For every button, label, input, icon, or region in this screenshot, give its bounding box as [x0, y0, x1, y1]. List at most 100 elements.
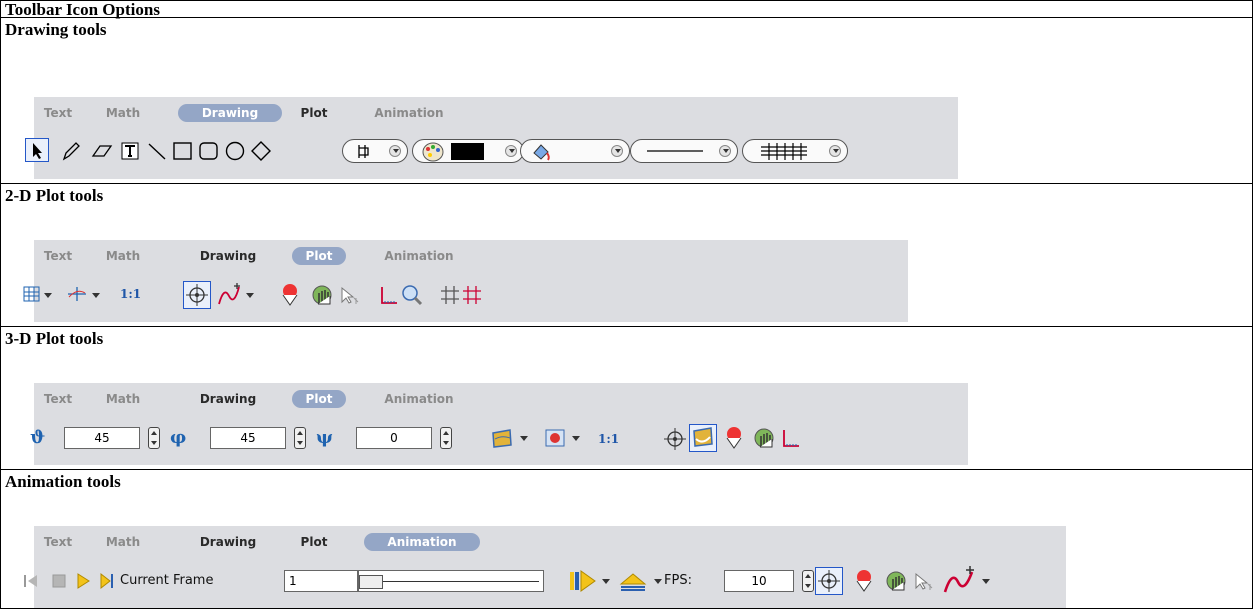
- axis-scale-icon[interactable]: [378, 284, 400, 306]
- polygon-tool-icon[interactable]: [250, 140, 272, 162]
- chevron-down-icon[interactable]: [520, 436, 528, 441]
- line-style-dropdown[interactable]: [630, 139, 738, 163]
- zoom-icon[interactable]: [400, 283, 424, 307]
- play-icon[interactable]: [74, 572, 92, 590]
- tab-animation[interactable]: Animation: [364, 533, 480, 551]
- tab-plot[interactable]: Plot: [292, 390, 346, 408]
- scale-1to1-icon[interactable]: 1:1: [120, 287, 141, 301]
- add-curve-icon[interactable]: [942, 566, 976, 596]
- pan-hand-icon[interactable]: [752, 425, 778, 451]
- chevron-down-icon: [389, 145, 401, 157]
- phi-spinner[interactable]: [294, 427, 306, 449]
- frame-slider[interactable]: [358, 570, 544, 592]
- tab-animation[interactable]: Animation: [364, 104, 454, 122]
- chevron-down-icon[interactable]: [982, 579, 990, 584]
- tab-drawing[interactable]: Drawing: [188, 533, 268, 551]
- tab-drawing[interactable]: Drawing: [188, 247, 268, 265]
- stop-icon[interactable]: [50, 572, 68, 590]
- chevron-down-icon[interactable]: [44, 293, 52, 298]
- psi-icon: ψ: [316, 427, 333, 448]
- color-dropdown[interactable]: [412, 139, 524, 163]
- pan-hand-icon[interactable]: [310, 282, 336, 308]
- point-probe-icon[interactable]: [815, 567, 843, 595]
- direction-icon[interactable]: [618, 570, 648, 592]
- rotate-icon[interactable]: [278, 282, 302, 308]
- grid-icon: [761, 143, 807, 160]
- axis-crosshair-icon[interactable]: [66, 285, 88, 303]
- eraser-icon[interactable]: [90, 142, 114, 160]
- line-tool-icon[interactable]: [146, 141, 168, 161]
- rectangle-tool-icon[interactable]: [172, 140, 194, 162]
- point-probe-icon[interactable]: [662, 427, 688, 451]
- grid-dropdown[interactable]: [742, 139, 848, 163]
- point-probe-icon[interactable]: [183, 281, 211, 309]
- tab-animation[interactable]: Animation: [374, 247, 464, 265]
- theta-input[interactable]: 45: [64, 427, 140, 449]
- phi-input[interactable]: 45: [210, 427, 286, 449]
- theta-spinner[interactable]: [148, 427, 160, 449]
- tab-math[interactable]: Math: [98, 104, 148, 122]
- tab-animation[interactable]: Animation: [374, 390, 464, 408]
- fill-bucket-icon: [533, 144, 550, 161]
- tab-text[interactable]: Text: [38, 104, 78, 122]
- pencil-icon[interactable]: [60, 141, 82, 161]
- tab-plot[interactable]: Plot: [294, 104, 334, 122]
- lighting-icon[interactable]: [544, 427, 566, 449]
- tab-math[interactable]: Math: [98, 247, 148, 265]
- scale-1to1-icon[interactable]: 1:1: [598, 432, 619, 446]
- rotate-3d-icon[interactable]: [689, 424, 717, 452]
- chevron-down-icon[interactable]: [602, 579, 610, 584]
- fps-input[interactable]: 10: [724, 570, 794, 592]
- rotate-icon[interactable]: [722, 425, 746, 451]
- pointer-icon[interactable]: [25, 138, 49, 162]
- tab-math[interactable]: Math: [98, 533, 148, 551]
- table-header: Toolbar Icon Options: [5, 0, 160, 19]
- line-style-icon: [647, 150, 703, 152]
- drawing-toolbar: Text Math Drawing Plot Animation: [25, 97, 958, 179]
- fill-dropdown[interactable]: [520, 139, 630, 163]
- gridlines-icon[interactable]: [438, 283, 462, 307]
- palette-icon: [422, 142, 444, 162]
- tab-math[interactable]: Math: [98, 390, 148, 408]
- next-frame-icon[interactable]: [98, 572, 116, 590]
- slider-handle[interactable]: [359, 575, 383, 589]
- slider-track: [383, 581, 539, 582]
- tab-plot[interactable]: Plot: [292, 247, 346, 265]
- psi-input[interactable]: 0: [356, 427, 432, 449]
- chevron-down-icon[interactable]: [572, 436, 580, 441]
- tab-plot[interactable]: Plot: [294, 533, 334, 551]
- chevron-down-icon[interactable]: [92, 293, 100, 298]
- chevron-down-icon: [505, 145, 517, 157]
- current-frame-input[interactable]: 1: [284, 570, 358, 592]
- tab-text[interactable]: Text: [38, 390, 78, 408]
- select-pointer-icon[interactable]: [912, 570, 934, 592]
- section-title-drawing: Drawing tools: [5, 20, 107, 39]
- alignment-dropdown[interactable]: [342, 139, 408, 163]
- chevron-down-icon: [611, 145, 623, 157]
- pan-hand-icon[interactable]: [884, 568, 910, 594]
- color-swatch: [451, 143, 484, 160]
- psi-spinner[interactable]: [440, 427, 452, 449]
- add-curve-icon[interactable]: [216, 282, 242, 308]
- tab-drawing[interactable]: Drawing: [188, 390, 268, 408]
- axis-scale-icon[interactable]: [780, 427, 802, 449]
- playback-mode-icon[interactable]: [568, 568, 598, 594]
- tab-bar: Text Math Drawing Plot Animation: [34, 383, 968, 413]
- rotate-icon[interactable]: [852, 568, 876, 594]
- rounded-rectangle-tool-icon[interactable]: [198, 140, 220, 162]
- select-pointer-icon[interactable]: [338, 284, 360, 306]
- section-title-animation: Animation tools: [5, 472, 121, 491]
- fps-spinner[interactable]: [802, 570, 814, 592]
- rewind-icon[interactable]: [22, 572, 40, 590]
- tab-text[interactable]: Text: [38, 533, 78, 551]
- tab-text[interactable]: Text: [38, 247, 78, 265]
- ellipse-tool-icon[interactable]: [224, 140, 246, 162]
- tab-drawing[interactable]: Drawing: [178, 104, 282, 122]
- chevron-down-icon[interactable]: [654, 579, 662, 584]
- text-tool-icon[interactable]: [120, 141, 140, 161]
- surface-style-icon[interactable]: [490, 427, 514, 451]
- section-title-2d-plot: 2-D Plot tools: [5, 186, 104, 205]
- gridlines-red-icon[interactable]: [460, 283, 484, 307]
- axes-style-icon[interactable]: [22, 285, 42, 303]
- chevron-down-icon[interactable]: [246, 293, 254, 298]
